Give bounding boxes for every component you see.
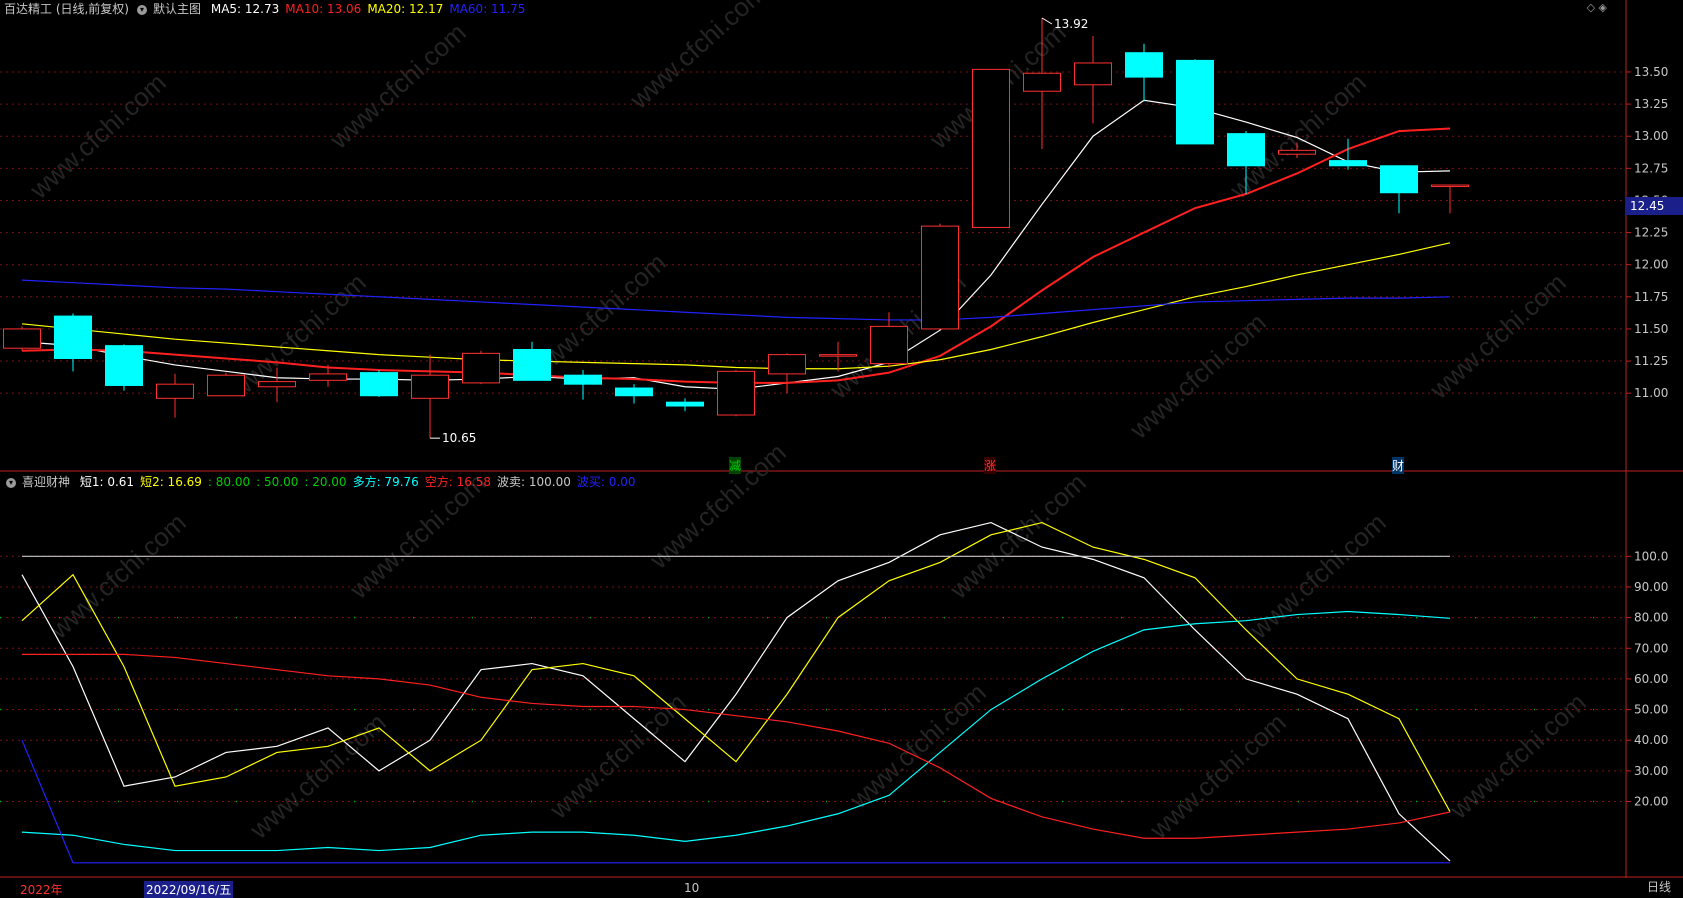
candle-body-down bbox=[54, 315, 92, 359]
stock-title[interactable]: 百达精工 (日线,前复权) bbox=[4, 2, 129, 16]
price-tick-label: 12.75 bbox=[1634, 161, 1668, 175]
candle-body-down bbox=[1329, 160, 1367, 167]
cursor-date: 2022/09/16/五 bbox=[144, 881, 234, 898]
candle-body-up bbox=[207, 374, 245, 397]
watermark-text: www.cfchi.com bbox=[43, 507, 192, 645]
watermark-text: www.cfchi.com bbox=[223, 267, 372, 405]
indicator-line-短1 bbox=[21, 521, 1451, 862]
ind-legend-item: 波卖: 100.00 bbox=[497, 475, 571, 489]
indicator-tick-label: 20.00 bbox=[1634, 795, 1668, 809]
price-tick-label: 12.00 bbox=[1634, 258, 1668, 272]
ma-line-ma60 bbox=[21, 279, 1451, 321]
candle-body-up bbox=[972, 68, 1010, 228]
candle-body-up bbox=[768, 354, 806, 375]
watermark-text: www.cfchi.com bbox=[1243, 507, 1392, 645]
chart-canvas: www.cfchi.com www.cfchi.com www.cfchi.comw… bbox=[0, 0, 1683, 878]
ind-legend-item: : 50.00 bbox=[256, 475, 299, 489]
candle-body-up bbox=[309, 373, 347, 381]
price-tick-label: 11.00 bbox=[1634, 386, 1668, 400]
candle-body-up bbox=[870, 325, 908, 365]
candle-body-down bbox=[1227, 133, 1265, 167]
watermark-text: www.cfchi.com bbox=[243, 707, 392, 845]
indicator-name[interactable]: 喜迎财神 bbox=[22, 475, 70, 489]
candle-body-down bbox=[1125, 52, 1163, 78]
price-tick-label: 11.25 bbox=[1634, 354, 1668, 368]
ma-legend-item: MA60: 11.75 bbox=[449, 2, 526, 16]
candle-body-down bbox=[513, 348, 551, 381]
current-price-badge: 12.45 bbox=[1626, 197, 1683, 215]
candle-body-up bbox=[1431, 184, 1469, 188]
indicator-settings-icon[interactable]: ▾ bbox=[6, 477, 16, 488]
chart-settings-icon[interactable]: ▾ bbox=[137, 4, 147, 15]
watermark-text: www.cfchi.com bbox=[623, 0, 772, 115]
candle-body-down bbox=[1380, 165, 1418, 194]
ma-legend-item: MA10: 13.06 bbox=[285, 2, 362, 16]
ind-legend-item: : 80.00 bbox=[207, 475, 251, 489]
candle-body-down bbox=[564, 374, 602, 385]
price-annotation-label: 10.65 bbox=[442, 431, 476, 445]
watermark-text: www.cfchi.com bbox=[843, 677, 992, 815]
watermark-text: www.cfchi.com bbox=[1143, 707, 1292, 845]
indicator-line-多方 bbox=[21, 610, 1451, 852]
ind-legend-item: 空方: 16.58 bbox=[424, 475, 492, 489]
candle-body-up bbox=[1278, 149, 1316, 155]
price-tick-label: 11.75 bbox=[1634, 290, 1668, 304]
ind-legend-item: 波买: 0.00 bbox=[576, 475, 636, 489]
price-tick-label: 13.50 bbox=[1634, 65, 1668, 79]
candle-body-up bbox=[156, 383, 194, 399]
candle-body-down bbox=[615, 387, 653, 397]
ma-legend: MA5: 12.73 MA10: 13.06 MA20: 12.17 MA60: 11… bbox=[211, 2, 532, 16]
ind-legend-item: 短1: 0.61 bbox=[79, 475, 135, 489]
price-tick-label: 13.25 bbox=[1634, 97, 1668, 111]
watermark-text: www.cfchi.com bbox=[1123, 307, 1272, 445]
indicator-tick-label: 100.0 bbox=[1634, 549, 1668, 563]
candle-body-down bbox=[360, 372, 398, 397]
candle-body-down bbox=[105, 345, 143, 386]
ind-legend-item: 多方: 79.76 bbox=[352, 475, 419, 489]
candle-body-up bbox=[921, 225, 959, 330]
ind-legend-item: 短2: 16.69 bbox=[140, 475, 202, 489]
window-control-icons[interactable]: ◇ ◈ bbox=[1587, 1, 1607, 14]
indicator-tick-label: 70.00 bbox=[1634, 641, 1668, 655]
month-label: 10 bbox=[684, 881, 700, 895]
price-tick-label: 11.50 bbox=[1634, 322, 1668, 336]
price-tick-label: 13.00 bbox=[1634, 129, 1668, 143]
watermark-text: www.cfchi.com bbox=[1423, 267, 1572, 405]
candle-body-up bbox=[258, 381, 296, 388]
indicator-header: ▾ 喜迎财神 短1: 0.61 短2: 16.69 : 80.00 : 50.00 : 2… bbox=[4, 473, 647, 489]
candle-body-up bbox=[1023, 72, 1061, 92]
candle-body-up bbox=[462, 352, 500, 384]
indicator-tick-label: 40.00 bbox=[1634, 733, 1668, 747]
candle-body-up bbox=[1074, 62, 1112, 86]
candle-body-up bbox=[717, 370, 755, 416]
indicator-tick-label: 90.00 bbox=[1634, 580, 1668, 594]
candle-body-down bbox=[666, 401, 704, 407]
main-chart-label[interactable]: 默认主图 bbox=[153, 2, 201, 16]
price-annotation-label: 13.92 bbox=[1054, 17, 1088, 31]
indicator-tick-label: 50.00 bbox=[1634, 703, 1668, 717]
signal-marker: 减 bbox=[729, 457, 742, 474]
price-tick-label: 12.25 bbox=[1634, 226, 1668, 240]
indicator-tick-label: 80.00 bbox=[1634, 611, 1668, 625]
indicator-legend: 短1: 0.61 短2: 16.69 : 80.00 : 50.00 : 20.00 多方… bbox=[80, 475, 642, 489]
watermark-text: www.cfchi.com bbox=[1443, 687, 1592, 825]
indicator-tick-label: 60.00 bbox=[1634, 672, 1668, 686]
signal-marker: 财 bbox=[1392, 457, 1405, 474]
watermark-text: www.cfchi.com bbox=[643, 437, 792, 575]
ind-legend-item: : 20.00 bbox=[304, 475, 347, 489]
main-chart-header: 百达精工 (日线,前复权) ▾ 默认主图 MA5: 12.73 MA10: 13.06… bbox=[4, 0, 537, 16]
period-button[interactable]: 日线 bbox=[1640, 878, 1678, 897]
year-label: 2022年 bbox=[20, 883, 63, 897]
watermark-text: www.cfchi.com bbox=[323, 17, 472, 155]
ma-legend-item: MA20: 12.17 bbox=[367, 2, 444, 16]
date-axis: 2022年 2022/09/16/五 10 bbox=[0, 878, 1626, 898]
candle-body-down bbox=[1176, 59, 1214, 145]
signal-marker: 涨 bbox=[984, 457, 997, 474]
watermark-text: www.cfchi.com bbox=[543, 687, 692, 825]
candle-body-up bbox=[819, 354, 857, 357]
ma-legend-item: MA5: 12.73 bbox=[210, 2, 280, 16]
candle-body-up bbox=[3, 328, 41, 349]
candle-body-up bbox=[411, 374, 449, 399]
indicator-tick-label: 30.00 bbox=[1634, 764, 1668, 778]
